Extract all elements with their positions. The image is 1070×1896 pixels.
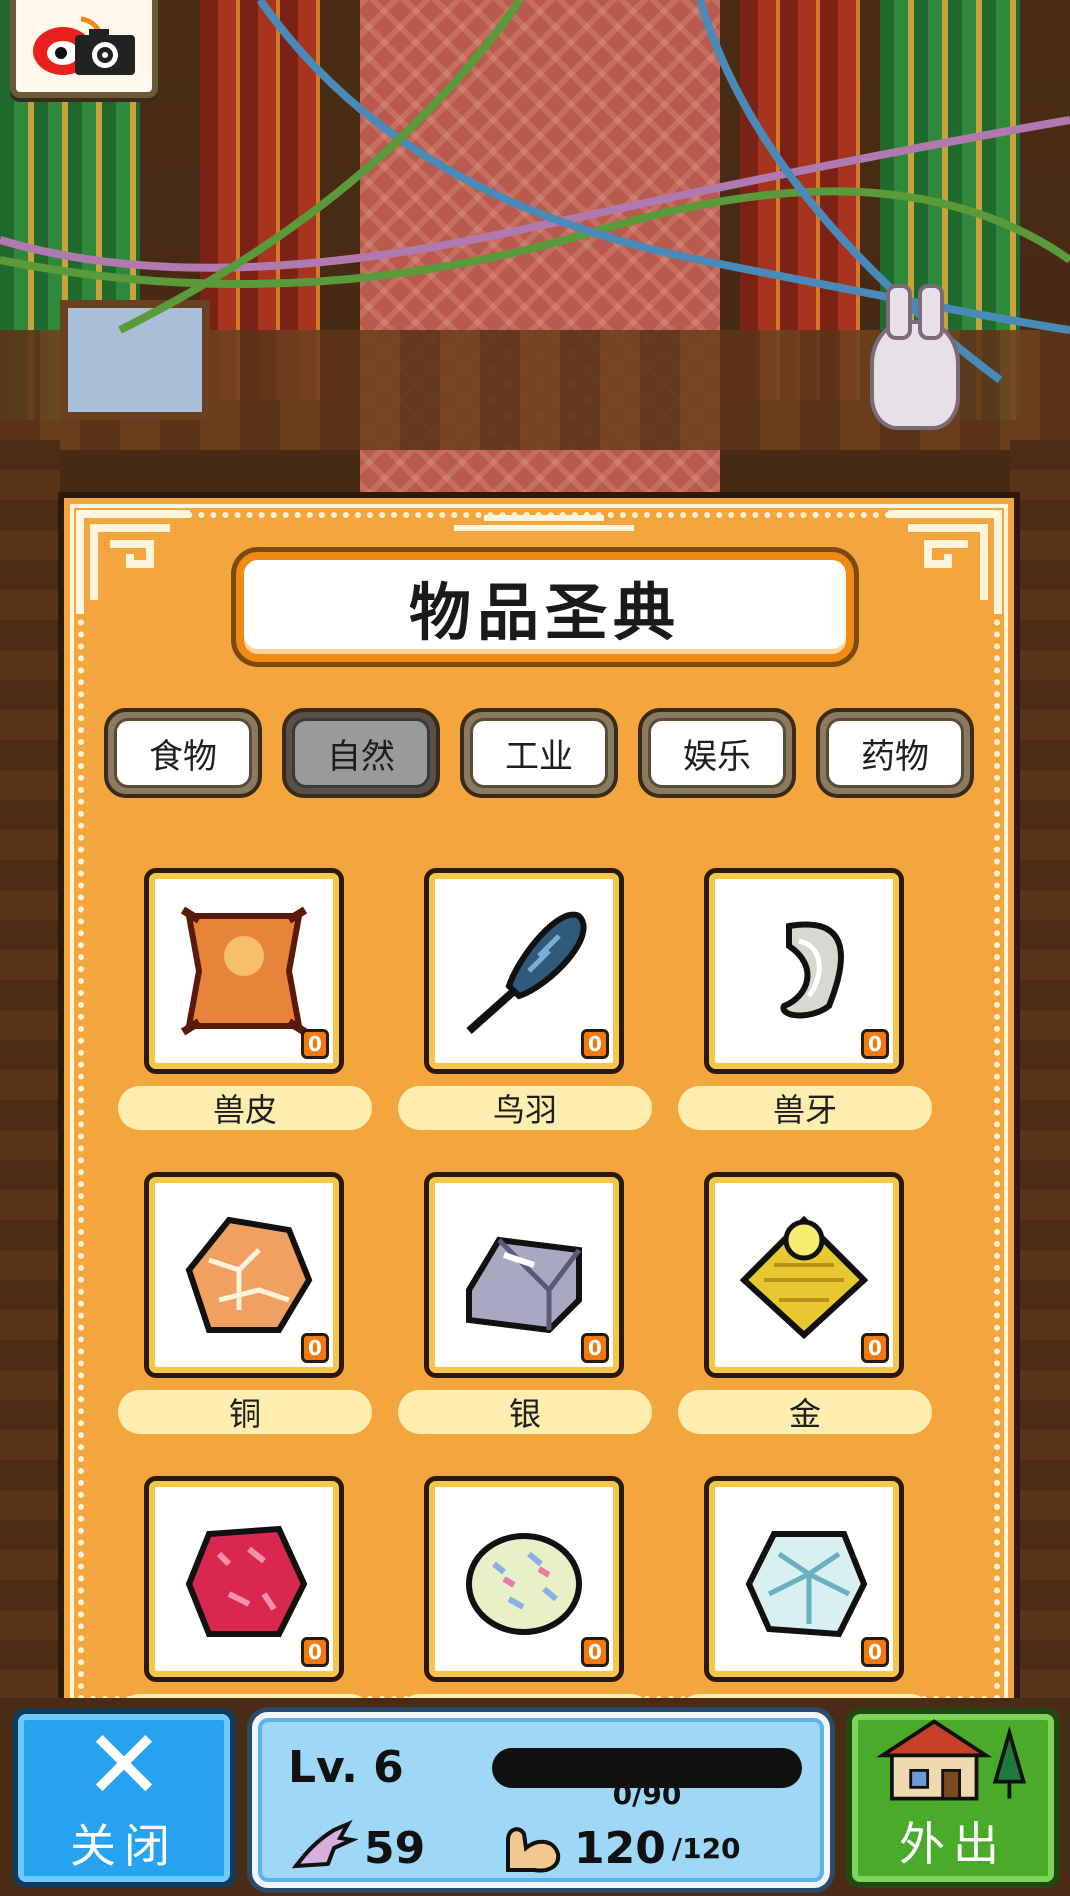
bottom-hud: ✕ 关闭 Lv. 6 0/90 59 120 /120 外出 <box>0 1698 1070 1896</box>
item-slot[interactable]: 0 <box>704 1476 904 1682</box>
item-card[interactable]: 0 鸟羽 <box>398 868 652 1130</box>
tab-food[interactable]: 食物 <box>104 708 262 798</box>
item-count-badge: 0 <box>861 1029 889 1059</box>
corner-ornament-left <box>70 504 210 624</box>
item-name: 鸟羽 <box>398 1086 652 1130</box>
item-count-badge: 0 <box>581 1029 609 1059</box>
item-card[interactable]: 0 金 <box>678 1172 932 1434</box>
hide-icon <box>180 906 308 1036</box>
close-label: 关闭 <box>70 1819 178 1873</box>
item-count-badge: 0 <box>861 1333 889 1363</box>
fang-icon <box>780 921 844 1019</box>
item-name: 铜 <box>118 1390 372 1434</box>
item-name: 兽皮 <box>118 1086 372 1130</box>
muscle-arm-icon <box>506 1827 561 1873</box>
item-slot[interactable]: 0 <box>704 1172 904 1378</box>
item-card[interactable]: 0 铜 <box>118 1172 372 1434</box>
town-icon <box>876 1719 1026 1801</box>
item-card[interactable]: 0 兽牙 <box>678 868 932 1130</box>
tab-medicine[interactable]: 药物 <box>816 708 974 798</box>
silver-ingot-icon <box>466 1236 582 1334</box>
tab-label: 食物 <box>114 718 252 788</box>
item-name: 金 <box>678 1390 932 1434</box>
item-card[interactable]: 0 <box>118 1476 372 1716</box>
status-panel: Lv. 6 0/90 59 120 /120 <box>252 1712 830 1888</box>
item-slot[interactable]: 0 <box>144 1172 344 1378</box>
tab-label: 娱乐 <box>648 718 786 788</box>
page-title: 物品圣典 <box>408 576 681 649</box>
tab-industry[interactable]: 工业 <box>460 708 618 798</box>
item-card[interactable]: 0 <box>398 1476 652 1716</box>
stats-row: 59 120 /120 <box>288 1820 808 1876</box>
item-slot[interactable]: 0 <box>424 1476 624 1682</box>
bird-count: 59 <box>364 1822 426 1874</box>
weibo-camera-button[interactable] <box>10 0 158 98</box>
bird-stat: 59 <box>288 1820 425 1876</box>
item-slot[interactable]: 0 <box>144 868 344 1074</box>
gold-pile-icon <box>739 1215 869 1340</box>
item-count-badge: 0 <box>581 1333 609 1363</box>
item-count-badge: 0 <box>581 1637 609 1667</box>
copper-ore-icon <box>185 1216 313 1333</box>
item-card[interactable]: 0 <box>678 1476 932 1716</box>
tab-label: 药物 <box>826 718 964 788</box>
item-card[interactable]: 0 银 <box>398 1172 652 1434</box>
item-encyclopedia-panel: 物品圣典 食物 自然 工业 娱乐 药物 0 兽皮 0 鸟羽 0 兽牙 0 铜 0… <box>58 492 1020 1722</box>
item-slot[interactable]: 0 <box>424 1172 624 1378</box>
tab-label: 工业 <box>470 718 608 788</box>
bird-icon <box>291 1820 358 1869</box>
item-count-badge: 0 <box>301 1333 329 1363</box>
red-gem-icon <box>185 1525 308 1637</box>
tab-label: 自然 <box>292 718 430 788</box>
tab-nature[interactable]: 自然 <box>282 708 440 798</box>
close-icon: ✕ <box>83 1709 165 1821</box>
item-slot[interactable]: 0 <box>424 868 624 1074</box>
item-slot[interactable]: 0 <box>144 1476 344 1682</box>
item-name: 银 <box>398 1390 652 1434</box>
rabbit-character[interactable] <box>870 284 960 430</box>
stamina-current: 120 <box>574 1822 666 1874</box>
close-button[interactable]: ✕ 关闭 <box>12 1708 236 1888</box>
level-text: Lv. 6 <box>288 1742 404 1793</box>
tab-entertainment[interactable]: 娱乐 <box>638 708 796 798</box>
wall-left <box>0 440 60 1700</box>
item-slot[interactable]: 0 <box>704 868 904 1074</box>
item-card[interactable]: 0 兽皮 <box>118 868 372 1130</box>
category-tabs: 食物 自然 工业 娱乐 药物 <box>104 708 974 798</box>
item-count-badge: 0 <box>301 1029 329 1059</box>
feather-icon <box>466 911 587 1034</box>
title-banner: 物品圣典 <box>236 552 854 662</box>
item-count-badge: 0 <box>861 1637 889 1667</box>
stamina-max: /120 <box>671 1831 741 1865</box>
weibo-camera-icon <box>33 16 135 75</box>
go-out-label: 外出 <box>899 1817 1007 1871</box>
crystal-gem-icon <box>745 1531 868 1638</box>
item-name: 兽牙 <box>678 1086 932 1130</box>
xp-text: 0/90 <box>612 1778 682 1811</box>
opal-gem-icon <box>466 1533 582 1635</box>
top-ornament <box>454 515 634 531</box>
stamina-stat: 120 /120 <box>498 1820 741 1876</box>
item-count-badge: 0 <box>301 1637 329 1667</box>
corner-ornament-right <box>868 504 1008 624</box>
go-out-button[interactable]: 外出 <box>846 1708 1060 1888</box>
